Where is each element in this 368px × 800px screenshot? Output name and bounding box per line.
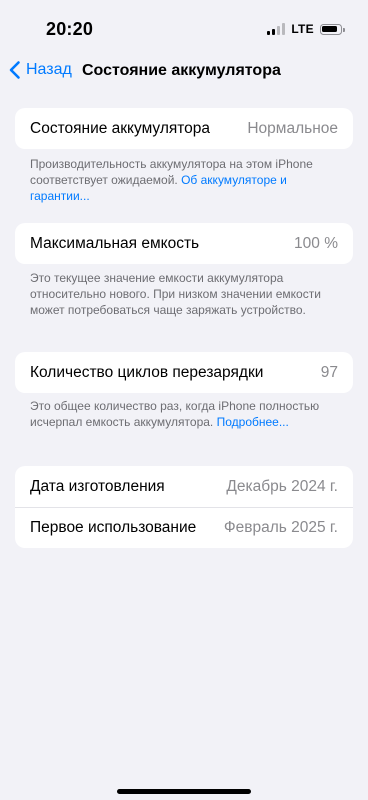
max-capacity-row: Максимальная емкость 100 %: [15, 223, 353, 264]
page-title: Состояние аккумулятора: [82, 62, 281, 79]
max-capacity-footer: Это текущее значение емкости аккумулятор…: [30, 271, 321, 317]
back-button[interactable]: Назад: [8, 60, 72, 80]
battery-condition-value: Нормальное: [247, 119, 338, 137]
chevron-left-icon: [9, 61, 20, 79]
battery-condition-footer: Производительность аккумулятора на этом …: [30, 156, 342, 204]
battery-level-fill: [322, 25, 338, 33]
navigation-bar: Назад Состояние аккумулятора: [0, 58, 368, 90]
cycle-count-value: 97: [320, 363, 338, 381]
cycle-count-label: Количество циклов перезарядки: [30, 363, 264, 381]
battery-condition-label: Состояние аккумулятора: [30, 119, 211, 137]
manufacture-date-row: Дата изготовления Декабрь 2024 г.: [15, 466, 353, 507]
cycle-count-group: Количество циклов перезарядки 97: [15, 352, 353, 393]
network-type-label: LTE: [291, 22, 314, 36]
first-use-row: Первое использование Февраль 2025 г.: [15, 507, 353, 548]
dates-group: Дата изготовления Декабрь 2024 г. Первое…: [15, 466, 353, 548]
back-button-label: Назад: [26, 61, 72, 78]
home-indicator[interactable]: [117, 789, 251, 794]
battery-condition-row: Состояние аккумулятора Нормальное: [15, 108, 353, 149]
battery-icon: [320, 23, 345, 35]
max-capacity-group: Максимальная емкость 100 %: [15, 223, 353, 264]
status-indicators: LTE: [267, 22, 345, 36]
learn-more-link[interactable]: Подробнее...: [217, 415, 289, 429]
battery-condition-group: Состояние аккумулятора Нормальное: [15, 108, 353, 149]
manufacture-date-value: Декабрь 2024 г.: [226, 477, 338, 495]
max-capacity-label: Максимальная емкость: [30, 234, 200, 252]
cycle-count-row: Количество циклов перезарядки 97: [15, 352, 353, 393]
manufacture-date-label: Дата изготовления: [30, 477, 165, 495]
status-bar: 20:20 LTE: [0, 0, 368, 58]
first-use-label: Первое использование: [30, 519, 197, 536]
cellular-signal-icon: [267, 23, 286, 35]
max-capacity-value: 100 %: [294, 234, 338, 252]
status-time: 20:20: [46, 19, 94, 39]
cycle-count-footer: Это общее количество раз, когда iPhone п…: [30, 398, 342, 430]
first-use-value: Февраль 2025 г.: [223, 519, 338, 536]
